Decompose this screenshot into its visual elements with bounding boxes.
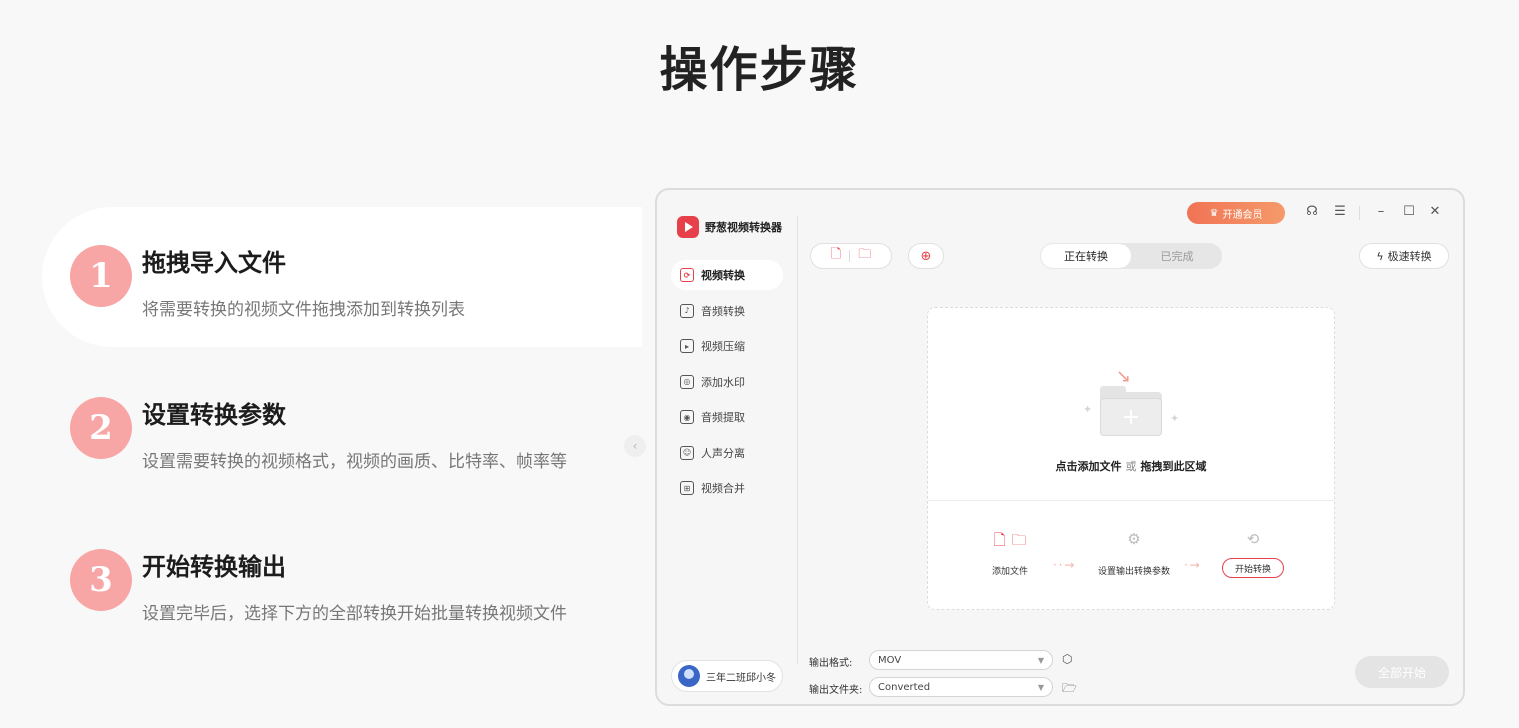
globe-icon: ⊕ xyxy=(920,248,932,264)
flow-step-settings: ⚙ 设置输出转换参数 xyxy=(1084,530,1184,577)
sidebar-item-label: 添加水印 xyxy=(701,375,745,389)
arrow-right-icon: · → xyxy=(1184,558,1200,572)
status-tabs: 正在转换 已完成 xyxy=(1040,243,1222,269)
sidebar-item-video-merge[interactable]: ⊞ 视频合并 xyxy=(671,473,783,503)
video-convert-icon: ⟳ xyxy=(680,268,694,282)
divider xyxy=(849,250,851,262)
sidebar: 野葱视频转换器 ⟳ 视频转换 ♪ 音频转换 ▸ 视频压缩 ◎ 添加水印 ◉ 音频… xyxy=(657,190,797,704)
tab-done[interactable]: 已完成 xyxy=(1132,243,1222,269)
speed-label: 极速转换 xyxy=(1387,250,1432,263)
divider xyxy=(928,500,1334,501)
video-merge-icon: ⊞ xyxy=(680,481,694,495)
sidebar-item-watermark[interactable]: ◎ 添加水印 xyxy=(671,367,783,397)
start-convert-button[interactable]: 开始转换 xyxy=(1222,558,1284,578)
step-title: 设置转换参数 xyxy=(142,401,286,429)
audio-convert-icon: ♪ xyxy=(680,303,694,318)
avatar xyxy=(678,665,700,687)
step-number-badge: 3 xyxy=(70,549,132,611)
output-folder-select[interactable]: Converted ▼ xyxy=(869,677,1053,697)
sparkle-icon: ✦ xyxy=(1170,412,1180,425)
user-name: 三年二班邱小冬 xyxy=(706,672,776,684)
minimize-icon[interactable]: – xyxy=(1373,204,1389,219)
play-logo-icon xyxy=(677,216,699,238)
step-3: 3 开始转换输出 设置完毕后，选择下方的全部转换开始批量转换视频文件 xyxy=(42,511,642,651)
sidebar-item-video-convert[interactable]: ⟳ 视频转换 xyxy=(671,260,783,290)
step-description: 设置完毕后，选择下方的全部转换开始批量转换视频文件 xyxy=(142,604,567,624)
sidebar-divider xyxy=(797,216,798,664)
sidebar-item-label: 视频合并 xyxy=(701,482,745,495)
chevron-left-icon[interactable]: ‹ xyxy=(624,435,646,457)
app-name: 野葱视频转换器 xyxy=(705,221,782,234)
vocal-separate-icon: ☺ xyxy=(680,445,694,460)
add-folder-icon[interactable]: 🗀 xyxy=(858,245,871,267)
step-description: 将需要转换的视频文件拖拽添加到转换列表 xyxy=(142,300,465,320)
sparkle-icon: ✦ xyxy=(1083,403,1093,416)
step-description: 设置需要转换的视频格式，视频的画质、比特率、帧率等 xyxy=(142,452,567,472)
step-title: 开始转换输出 xyxy=(142,553,286,581)
flow-label: 设置输出转换参数 xyxy=(1097,567,1170,577)
sidebar-item-label: 音频提取 xyxy=(701,411,745,424)
chevron-down-icon: ▼ xyxy=(1037,682,1044,692)
format-settings-icon[interactable]: ⬡ xyxy=(1062,652,1072,666)
step-number-badge: 2 xyxy=(70,397,132,459)
output-format-select[interactable]: MOV ▼ xyxy=(869,650,1053,670)
sidebar-nav: ⟳ 视频转换 ♪ 音频转换 ▸ 视频压缩 ◎ 添加水印 ◉ 音频提取 ☺ 人声分… xyxy=(671,260,783,509)
output-folder-value: Converted xyxy=(878,681,931,693)
sidebar-item-audio-extract[interactable]: ◉ 音频提取 xyxy=(671,402,783,432)
vip-button[interactable]: ♛ 开通会员 xyxy=(1187,202,1285,224)
crown-icon: ♛ xyxy=(1209,207,1219,219)
maximize-icon[interactable]: ☐ xyxy=(1401,204,1417,219)
or-text: 或 xyxy=(1125,460,1137,473)
output-format-value: MOV xyxy=(878,654,902,666)
add-toolbar: 🗋 🗀 xyxy=(810,243,892,269)
arrow-right-icon: · · → xyxy=(1053,558,1074,572)
add-url-button[interactable]: ⊕ xyxy=(908,243,944,269)
app-logo: 野葱视频转换器 xyxy=(677,216,782,238)
flow-step-start: ⟲ 开始转换 xyxy=(1221,530,1285,578)
watermark-icon: ◎ xyxy=(680,374,694,389)
step-number-badge: 1 xyxy=(70,245,132,307)
tab-converting[interactable]: 正在转换 xyxy=(1041,244,1131,268)
arrow-icon: ↘ xyxy=(1116,366,1132,387)
audio-extract-icon: ◉ xyxy=(680,410,694,424)
sidebar-item-video-compress[interactable]: ▸ 视频压缩 xyxy=(671,331,783,361)
convert-icon: ⟲ xyxy=(1246,530,1260,548)
flow-label: 添加文件 xyxy=(991,567,1028,577)
chevron-down-icon: ▼ xyxy=(1037,655,1044,665)
close-icon[interactable]: ✕ xyxy=(1427,204,1443,219)
start-all-button[interactable]: 全部开始 xyxy=(1355,656,1449,688)
drag-here-text: 拖拽到此区域 xyxy=(1140,460,1207,473)
flow-step-add: 🗋 🗀 添加文件 xyxy=(980,530,1040,577)
add-file-icon[interactable]: 🗋 xyxy=(831,245,841,267)
speed-convert-button[interactable]: ϟ 极速转换 xyxy=(1359,243,1449,269)
sidebar-item-audio-convert[interactable]: ♪ 音频转换 xyxy=(671,296,783,326)
user-profile[interactable]: 三年二班邱小冬 xyxy=(671,660,783,692)
vip-label: 开通会员 xyxy=(1222,209,1263,221)
step-2: 2 设置转换参数 设置需要转换的视频格式，视频的画质、比特率、帧率等 xyxy=(42,359,642,499)
folder-icon: + xyxy=(1100,386,1162,436)
menu-icon[interactable]: ☰ xyxy=(1332,204,1348,219)
page-title: 操作步骤 xyxy=(659,42,860,98)
headset-icon[interactable]: ☊ xyxy=(1304,204,1320,219)
add-file-icon: 🗋 🗀 xyxy=(993,531,1027,549)
folder-open-icon[interactable]: 🗁 xyxy=(1062,679,1077,700)
output-format-label: 输出格式: xyxy=(809,658,853,669)
output-folder-label: 输出文件夹: xyxy=(809,685,863,696)
video-compress-icon: ▸ xyxy=(680,339,694,353)
settings-file-icon: ⚙ xyxy=(1127,530,1141,548)
step-title: 拖拽导入文件 xyxy=(142,249,286,277)
click-add-text[interactable]: 点击添加文件 xyxy=(1056,460,1122,473)
step-1: 1 拖拽导入文件 将需要转换的视频文件拖拽添加到转换列表 xyxy=(42,207,642,347)
app-window: 野葱视频转换器 ⟳ 视频转换 ♪ 音频转换 ▸ 视频压缩 ◎ 添加水印 ◉ 音频… xyxy=(655,188,1465,706)
sidebar-item-label: 音频转换 xyxy=(701,304,745,318)
sidebar-item-vocal-separate[interactable]: ☺ 人声分离 xyxy=(671,438,783,468)
drop-hint: 点击添加文件或拖拽到此区域 xyxy=(928,458,1334,474)
sidebar-item-label: 视频压缩 xyxy=(701,340,745,353)
sidebar-item-label: 人声分离 xyxy=(701,446,745,460)
lightning-icon: ϟ xyxy=(1376,249,1384,263)
sidebar-item-label: 视频转换 xyxy=(701,269,745,282)
drop-zone[interactable]: ✦ ✦ + ↘ 点击添加文件或拖拽到此区域 🗋 🗀 添加文件 · · → ⚙ 设置… xyxy=(927,307,1335,610)
divider xyxy=(1359,206,1360,220)
